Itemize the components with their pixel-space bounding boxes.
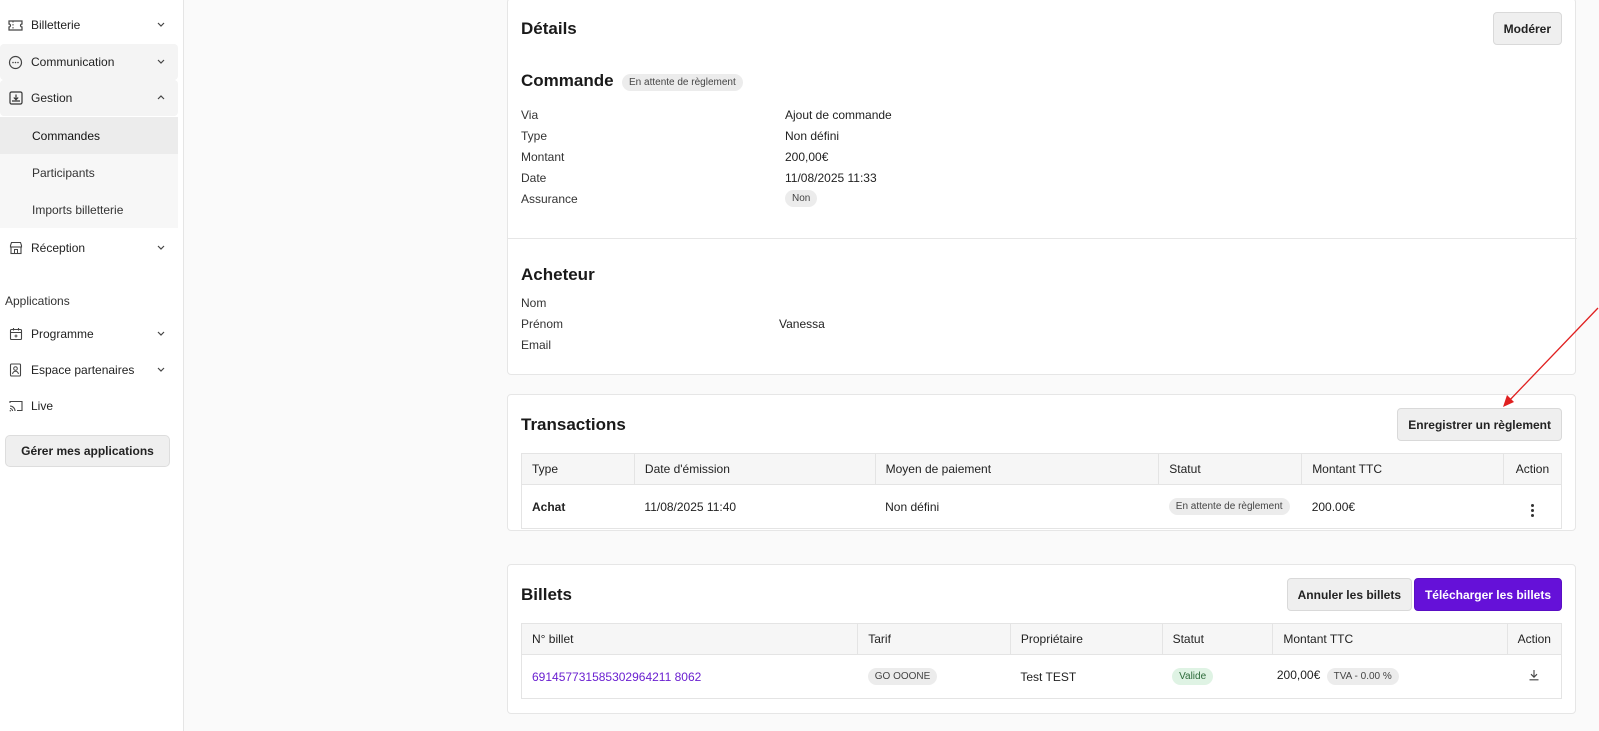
billets-table: N° billet Tarif Propriétaire Statut Mont… (521, 623, 1562, 699)
transaction-action-cell (1503, 485, 1561, 529)
nav-gestion-label: Gestion (31, 91, 73, 105)
ticket-icon (8, 18, 23, 33)
sub-commandes[interactable]: Commandes (0, 117, 178, 154)
register-payment-button[interactable]: Enregistrer un règlement (1397, 408, 1562, 441)
details-divider (508, 238, 1577, 239)
transaction-type: Achat (532, 499, 566, 514)
col-amount: Montant TTC (1301, 453, 1504, 485)
order-insurance-label: Assurance (521, 192, 578, 206)
col-tarif: Tarif (857, 623, 1011, 655)
tva-badge: TVA - 0.00 % (1326, 668, 1399, 685)
transaction-date: 11/08/2025 11:40 (644, 499, 737, 514)
buyer-lastname-label: Nom (521, 296, 547, 310)
more-vertical-icon[interactable] (1530, 504, 1534, 517)
table-row: 691457731585302964211 8062 GO OOONE Test… (522, 655, 1562, 699)
billets-title: Billets (521, 585, 573, 604)
transactions-card: Transactions Enregistrer un règlement Ty… (507, 394, 1576, 531)
store-icon (8, 241, 23, 256)
download-tickets-button[interactable]: Télécharger les billets (1413, 578, 1562, 611)
transactions-table: Type Date d'émission Moyen de paiement S… (521, 453, 1562, 529)
ticket-action-cell (1507, 655, 1561, 699)
nav-programme-label: Programme (31, 327, 94, 341)
badge-icon (8, 363, 23, 378)
order-via-value: Ajout de commande (785, 108, 892, 122)
order-date-label: Date (521, 171, 547, 185)
ticket-number-link[interactable]: 691457731585302964211 8062 (532, 670, 701, 684)
col-status: Statut (1162, 623, 1274, 655)
order-type-label: Type (521, 129, 548, 143)
nav-live[interactable]: Live (0, 388, 178, 424)
order-amount-label: Montant (521, 150, 565, 164)
transaction-amount: 200.00€ (1311, 499, 1356, 514)
buyer-title: Acheteur (521, 265, 595, 284)
buyer-firstname-label: Prénom (521, 317, 564, 331)
col-amount: Montant TTC (1272, 623, 1508, 655)
status-badge: Valide (1172, 668, 1214, 685)
nav-reception[interactable]: Réception (0, 230, 178, 266)
buyer-firstname-value: Vanessa (779, 317, 825, 331)
nav-live-label: Live (31, 399, 54, 413)
transactions-title: Transactions (521, 415, 626, 434)
col-action: Action (1503, 453, 1562, 485)
col-action: Action (1507, 623, 1562, 655)
chat-icon (8, 55, 23, 70)
col-date: Date d'émission (634, 453, 876, 485)
nav-communication[interactable]: Communication (0, 44, 178, 80)
col-type: Type (521, 453, 635, 485)
details-card: Détails Modérer Commande En attente de r… (507, 0, 1577, 375)
ticket-amount: 200,00€ (1276, 668, 1321, 682)
table-row: Achat 11/08/2025 11:40 Non défini En att… (522, 485, 1562, 529)
order-status-badge: En attente de règlement (622, 74, 743, 91)
nav-communication-label: Communication (31, 55, 115, 69)
nav-billetterie[interactable]: Billetterie (0, 7, 178, 43)
nav-billetterie-label: Billetterie (31, 18, 81, 32)
ticket-status-cell: Valide (1162, 655, 1273, 699)
chevron-down-icon (156, 364, 166, 374)
status-badge: En attente de règlement (1168, 498, 1290, 515)
col-status: Statut (1158, 453, 1303, 485)
nav-espace-partenaires-label: Espace partenaires (31, 363, 135, 377)
order-via-label: Via (521, 108, 539, 122)
chevron-down-icon (156, 56, 166, 66)
col-ticket-number: N° billet (521, 623, 859, 655)
col-payment: Moyen de paiement (875, 453, 1160, 485)
col-owner: Propriétaire (1010, 623, 1163, 655)
cast-icon (8, 399, 23, 414)
chevron-down-icon (156, 328, 166, 338)
billets-card: Billets Annuler les billets Télécharger … (507, 564, 1576, 714)
calendar-icon (8, 327, 23, 342)
cancel-tickets-button[interactable]: Annuler les billets (1286, 578, 1412, 611)
nav-gestion[interactable]: Gestion (0, 80, 178, 116)
nav-programme[interactable]: Programme (0, 316, 178, 352)
details-title: Détails (521, 19, 577, 38)
download-icon[interactable] (1528, 669, 1540, 684)
ticket-owner: Test TEST (1020, 669, 1077, 684)
sub-imports-billetterie[interactable]: Imports billetterie (0, 191, 178, 228)
buyer-email-label: Email (521, 338, 552, 352)
transaction-status-cell: En attente de règlement (1159, 485, 1302, 529)
moderate-button[interactable]: Modérer (1492, 12, 1562, 45)
nav-espace-partenaires[interactable]: Espace partenaires (0, 352, 178, 388)
tarif-badge: GO OOONE (867, 668, 938, 685)
ticket-number-cell: 691457731585302964211 8062 (522, 655, 858, 699)
inbox-download-icon (8, 91, 23, 106)
order-type-value: Non défini (785, 129, 840, 143)
ticket-tarif-cell: GO OOONE (858, 655, 1011, 699)
applications-section-label: Applications (5, 294, 70, 308)
order-date-value: 11/08/2025 11:33 (785, 171, 877, 185)
manage-applications-button[interactable]: Gérer mes applications (5, 435, 170, 467)
chevron-down-icon (156, 19, 166, 29)
order-amount-value: 200,00€ (785, 150, 829, 164)
order-title: Commande (521, 71, 614, 90)
ticket-amount-cell: 200,00€ TVA - 0.00 % (1273, 655, 1507, 699)
chevron-up-icon (156, 92, 166, 102)
transaction-payment: Non défini (885, 499, 940, 514)
annotation-arrow-icon (1503, 307, 1599, 407)
nav-reception-label: Réception (31, 241, 86, 255)
order-insurance-value: Non (785, 190, 818, 207)
sub-participants[interactable]: Participants (0, 154, 178, 191)
chevron-down-icon (156, 242, 166, 252)
sidebar: Billetterie Communication Gestion Comman… (0, 0, 184, 731)
